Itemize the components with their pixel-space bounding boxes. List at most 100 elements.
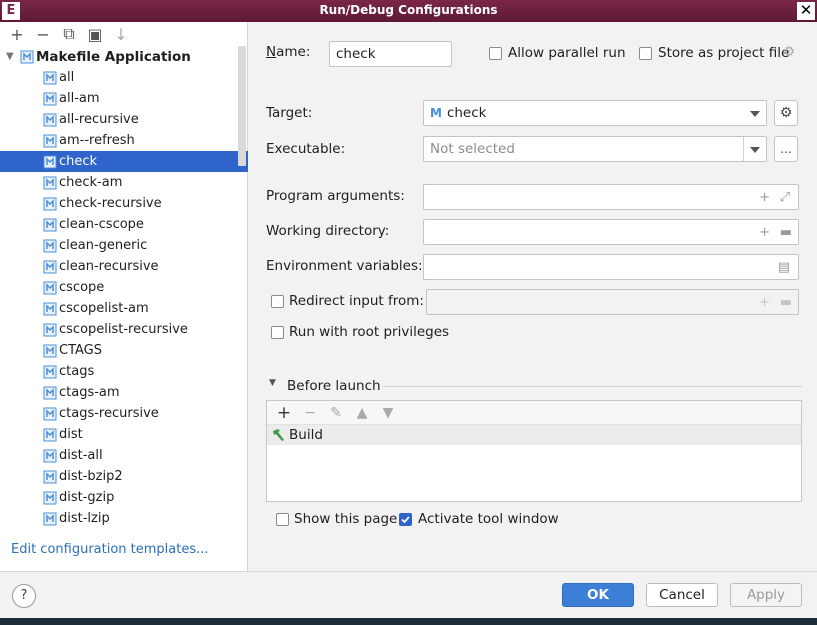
tree-item[interactable]: clean-generic [0, 235, 248, 256]
tree-item[interactable]: dist-gzip [0, 487, 248, 508]
executable-dropdown[interactable]: Not selected [423, 136, 767, 162]
target-value: check [446, 105, 487, 121]
tree-item[interactable]: all-recursive [0, 109, 248, 130]
tree-item-label: check [59, 154, 98, 169]
hammer-icon [271, 428, 289, 442]
before-launch-task[interactable]: Build [267, 425, 801, 445]
run-debug-dialog: E Run/Debug Configurations ✕ + − ⧉ ▣ ↓ ▼… [0, 0, 817, 625]
store-project-label: Store as project file [658, 45, 790, 61]
ok-button[interactable]: OK [562, 583, 634, 607]
target-settings-button[interactable]: ⚙ [774, 100, 798, 126]
makefile-target-icon: M [430, 106, 442, 120]
makefile-target-icon [43, 134, 57, 148]
executable-label: Executable: [266, 141, 346, 157]
before-launch-toolbar: + − ✎ ▲ ▼ [267, 401, 801, 425]
tree-item-label: all-am [59, 91, 100, 106]
add-task-icon[interactable]: + [271, 403, 297, 423]
add-icon[interactable]: + [4, 23, 30, 45]
tree-scrollbar[interactable] [238, 46, 246, 166]
makefile-target-icon [43, 260, 57, 274]
root-privileges-checkbox[interactable] [271, 326, 284, 339]
edit-templates-link[interactable]: Edit configuration templates... [11, 542, 209, 557]
makefile-target-icon [43, 365, 57, 379]
env-vars-label: Environment variables: [266, 258, 423, 274]
gear-icon: ⚙ [779, 105, 793, 121]
chevron-down-icon[interactable]: ▼ [269, 378, 276, 388]
section-divider [383, 386, 802, 387]
env-vars-input[interactable]: ▤ [423, 254, 799, 280]
name-input[interactable]: check [329, 41, 452, 67]
tree-item[interactable]: cscope [0, 277, 248, 298]
makefile-target-icon [43, 449, 57, 463]
copy-icon[interactable]: ⧉ [56, 23, 82, 45]
tree-item[interactable]: dist-all [0, 445, 248, 466]
tree-item[interactable]: dist-bzip2 [0, 466, 248, 487]
before-launch-title: Before launch [287, 378, 381, 394]
tree-item-label: ctags-am [59, 385, 120, 400]
makefile-target-icon [43, 470, 57, 484]
tree-item-label: clean-cscope [59, 217, 144, 232]
program-args-label: Program arguments: [266, 188, 405, 204]
tree-item[interactable]: dist [0, 424, 248, 445]
tree-item[interactable]: clean-cscope [0, 214, 248, 235]
name-label: Name: [266, 44, 311, 60]
expand-icon[interactable]: ⤢ [780, 190, 790, 205]
help-button[interactable]: ? [12, 584, 36, 608]
tree-item-label: all-recursive [59, 112, 139, 127]
dialog-footer: ? OK Cancel Apply [0, 571, 817, 618]
cancel-button[interactable]: Cancel [646, 583, 718, 607]
tree-item[interactable]: check-am [0, 172, 248, 193]
tree-item[interactable]: ctags-recursive [0, 403, 248, 424]
tree-item[interactable]: all-am [0, 88, 248, 109]
tree-item[interactable]: cscopelist-am [0, 298, 248, 319]
program-args-input[interactable]: + ⤢ [423, 184, 799, 210]
makefile-target-icon [43, 176, 57, 190]
tree-item-label: check-am [59, 175, 123, 190]
close-button[interactable]: ✕ [797, 2, 815, 20]
activate-tool-checkbox[interactable] [399, 513, 412, 526]
makefile-target-icon [43, 407, 57, 421]
tree-item-label: cscope [59, 280, 105, 295]
tree-item[interactable]: check-recursive [0, 193, 248, 214]
plus-icon[interactable]: + [759, 225, 770, 240]
edit-task-icon: ✎ [330, 404, 342, 421]
show-page-checkbox[interactable] [276, 513, 289, 526]
document-icon[interactable]: ▤ [778, 260, 790, 275]
gear-icon[interactable]: ⚙ [783, 44, 795, 60]
makefile-target-icon [43, 302, 57, 316]
tree-item-label: check-recursive [59, 196, 162, 211]
browse-executable-button[interactable]: ... [774, 136, 798, 162]
sort-icon[interactable]: ↓ [108, 23, 134, 45]
tree-item[interactable]: CTAGS [0, 340, 248, 361]
tree-item-label: dist-gzip [59, 490, 115, 505]
folder-icon[interactable]: ▬ [780, 225, 792, 240]
chevron-down-icon[interactable]: ▼ [6, 51, 20, 62]
executable-placeholder: Not selected [430, 141, 515, 157]
move-up-icon: ▲ [356, 404, 368, 421]
tree-root-makefile[interactable]: ▼ Makefile Application [0, 46, 248, 67]
tree-item[interactable]: clean-recursive [0, 256, 248, 277]
makefile-target-icon [43, 197, 57, 211]
tree-item[interactable]: dist-lzip [0, 508, 248, 529]
tree-item-label: ctags [59, 364, 95, 379]
plus-icon[interactable]: + [759, 190, 770, 205]
tree-item[interactable]: all [0, 67, 248, 88]
working-dir-input[interactable]: + ▬ [423, 219, 799, 245]
config-form: Name: check Allow parallel run Store as … [249, 22, 817, 571]
makefile-target-icon [43, 512, 57, 526]
tree-item[interactable]: am--refresh [0, 130, 248, 151]
tree-item[interactable]: cscopelist-recursive [0, 319, 248, 340]
tree-item-label: dist-all [59, 448, 103, 463]
tree-item[interactable]: check [0, 151, 248, 172]
tree-item[interactable]: ctags [0, 361, 248, 382]
new-folder-icon[interactable]: ▣ [82, 23, 108, 45]
allow-parallel-checkbox[interactable] [489, 47, 502, 60]
tree-item-label: clean-generic [59, 238, 148, 253]
redirect-input-checkbox[interactable] [271, 295, 284, 308]
activate-tool-label: Activate tool window [418, 511, 559, 527]
remove-icon[interactable]: − [30, 23, 56, 45]
target-dropdown[interactable]: M check [423, 100, 767, 126]
tree-item[interactable]: ctags-am [0, 382, 248, 403]
tree-item-label: dist [59, 427, 83, 442]
store-project-checkbox[interactable] [639, 47, 652, 60]
